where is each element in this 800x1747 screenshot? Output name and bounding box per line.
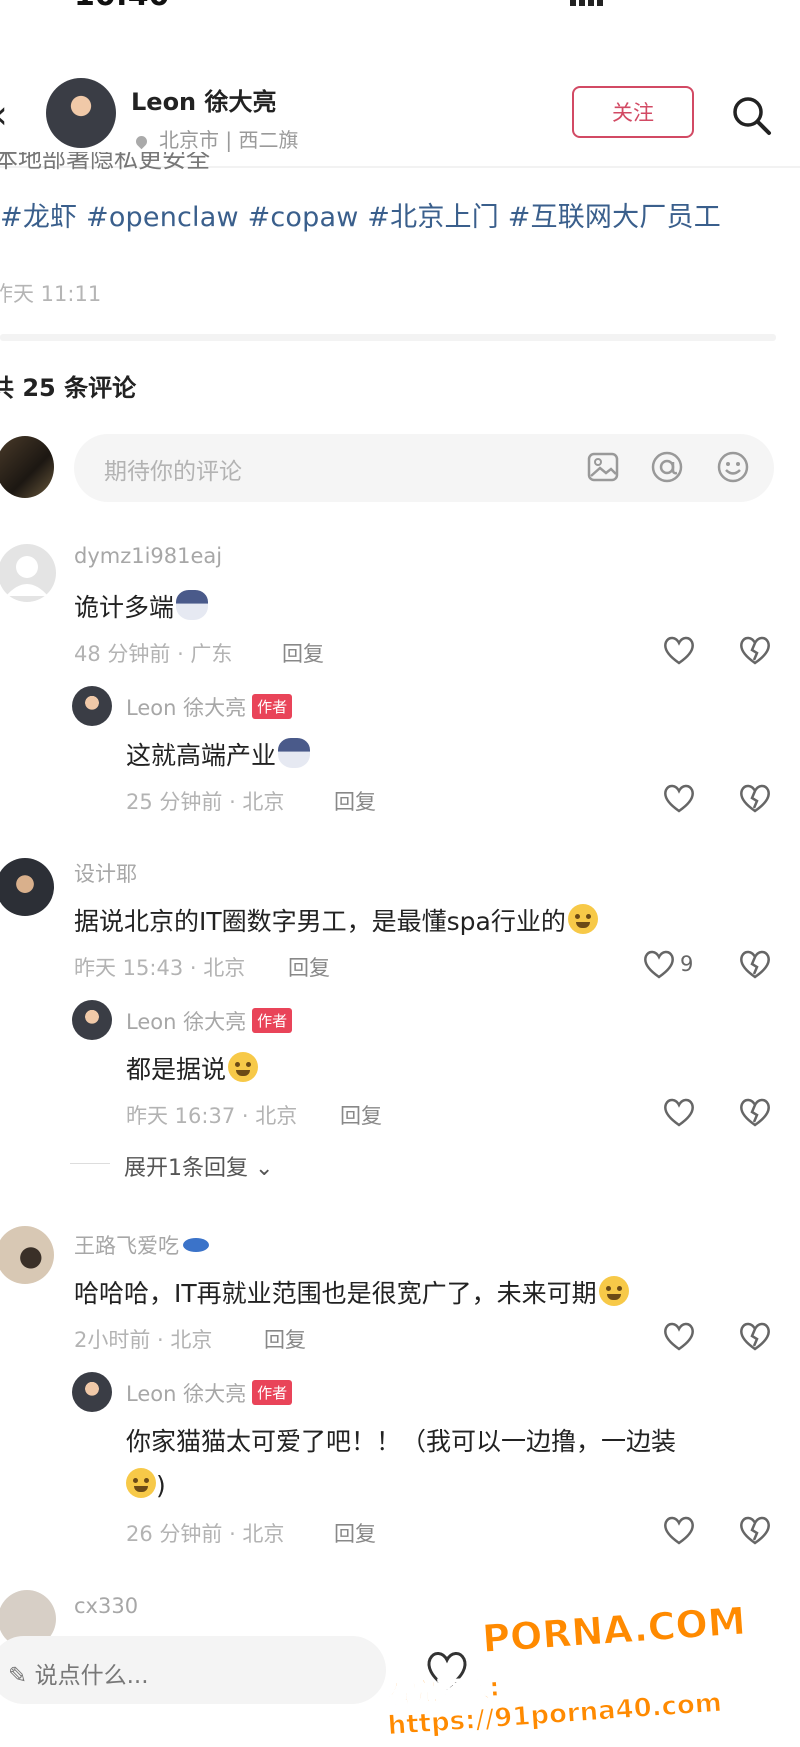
author-badge: 作者 bbox=[252, 694, 293, 719]
reply-avatar[interactable] bbox=[72, 1000, 112, 1040]
dislike-icon[interactable] bbox=[738, 948, 772, 980]
search-icon[interactable] bbox=[730, 94, 772, 136]
comment-username[interactable]: dymz1i981eaj bbox=[74, 544, 222, 568]
reply-username-text: Leon 徐大亮 bbox=[126, 696, 247, 720]
image-icon[interactable] bbox=[586, 450, 620, 484]
dislike-icon[interactable] bbox=[738, 1096, 772, 1128]
default-avatar-icon bbox=[6, 556, 48, 596]
heart-icon[interactable] bbox=[662, 1320, 696, 1352]
author-badge: 作者 bbox=[252, 1008, 293, 1033]
chevron-down-icon: ⌄ bbox=[255, 1156, 274, 1181]
fish-emoji-icon bbox=[183, 1238, 209, 1252]
reply-text-line2-content: ) bbox=[156, 1471, 166, 1500]
my-avatar bbox=[0, 436, 54, 498]
comment-text-content: 哈哈哈，IT再就业范围也是很宽广了，未来可期 bbox=[74, 1279, 597, 1308]
reply-username-text: Leon 徐大亮 bbox=[126, 1010, 247, 1034]
post-text-cut: 本地部署隐私更安全 bbox=[0, 152, 210, 170]
reply-username[interactable]: Leon 徐大亮 作者 bbox=[126, 1378, 293, 1408]
author-location: 北京市 | 西二旗 bbox=[133, 124, 299, 153]
comment-input-placeholder: 期待你的评论 bbox=[104, 459, 242, 485]
reply-meta: 26 分钟前 · 北京 bbox=[126, 1522, 285, 1546]
follow-button[interactable]: 关注 bbox=[572, 86, 694, 138]
expand-replies-button[interactable]: 展开1条回复 ⌄ bbox=[124, 1150, 273, 1182]
back-icon[interactable]: ‹ bbox=[0, 92, 8, 138]
comment-avatar[interactable] bbox=[0, 1226, 54, 1284]
author-location-text: 北京市 | 西二旗 bbox=[159, 128, 299, 152]
dislike-icon[interactable] bbox=[738, 782, 772, 814]
author-badge: 作者 bbox=[252, 1380, 293, 1405]
reply-button[interactable]: 回复 bbox=[334, 1518, 376, 1548]
comment-text: 哈哈哈，IT再就业范围也是很宽广了，未来可期 bbox=[74, 1274, 629, 1310]
reply-avatar[interactable] bbox=[72, 1372, 112, 1412]
pin-icon bbox=[133, 133, 150, 150]
dislike-icon[interactable] bbox=[738, 1514, 772, 1546]
reply-text-content: 都是据说 bbox=[126, 1055, 227, 1084]
comment-meta: 48 分钟前 · 广东 bbox=[74, 642, 233, 666]
eye-roll-emoji-icon bbox=[598, 1276, 629, 1306]
reply-text-content: 这就高端产业 bbox=[126, 741, 277, 770]
heart-icon[interactable] bbox=[662, 1096, 696, 1128]
dislike-icon[interactable] bbox=[738, 1320, 772, 1352]
grin-sweat-emoji-icon bbox=[228, 1052, 259, 1082]
like-count: 9 bbox=[680, 952, 694, 976]
section-divider bbox=[0, 334, 776, 341]
laugh-cry-emoji-icon bbox=[567, 904, 598, 934]
reply-text-line1: 你家猫猫太可爱了吧！！（我可以一边撸，一边装 bbox=[126, 1427, 677, 1456]
heart-icon[interactable] bbox=[662, 1514, 696, 1546]
reply-avatar[interactable] bbox=[72, 686, 112, 726]
reply-button[interactable]: 回复 bbox=[340, 1100, 382, 1130]
dog-emoji-icon bbox=[176, 590, 209, 620]
status-time: 10:40 bbox=[74, 0, 170, 13]
reply-text: 都是据说 bbox=[126, 1050, 259, 1086]
comment-text: 诡计多端 bbox=[74, 588, 209, 624]
comment-avatar[interactable] bbox=[0, 858, 54, 916]
post-tags[interactable]: #龙虾 #openclaw #copaw #北京上门 #互联网大厂员工 bbox=[0, 195, 721, 234]
comment-text-content: 诡计多端 bbox=[74, 593, 175, 622]
heart-icon[interactable] bbox=[662, 782, 696, 814]
comment-username[interactable]: 王路飞爱吃 bbox=[74, 1230, 209, 1260]
heart-icon[interactable] bbox=[642, 948, 676, 980]
author-name[interactable]: Leon 徐大亮 bbox=[131, 82, 277, 117]
expand-replies-label: 展开1条回复 bbox=[124, 1156, 248, 1181]
status-icons bbox=[570, 0, 720, 8]
comment-username[interactable]: 设计耶 bbox=[74, 858, 137, 888]
reply-text-line2: ) bbox=[126, 1468, 166, 1500]
comment-meta: 昨天 15:43 · 北京 bbox=[74, 956, 246, 980]
reply-button[interactable]: 回复 bbox=[288, 952, 330, 982]
reply-text: 这就高端产业 bbox=[126, 736, 311, 772]
comment-text: 据说北京的IT圈数字男工，是最懂spa行业的 bbox=[74, 902, 598, 938]
reply-button[interactable]: 回复 bbox=[334, 786, 376, 816]
grin-emoji-icon bbox=[126, 1468, 156, 1498]
reply-meta: 昨天 16:37 · 北京 bbox=[126, 1104, 298, 1128]
post-time: 昨天 11:11 bbox=[0, 282, 102, 306]
expand-divider bbox=[70, 1163, 110, 1164]
emoji-icon[interactable] bbox=[716, 450, 750, 484]
reply-button[interactable]: 回复 bbox=[264, 1324, 306, 1354]
comment-username[interactable]: cx330 bbox=[74, 1594, 138, 1618]
dislike-icon[interactable] bbox=[738, 634, 772, 666]
bottom-comment-placeholder-text: 说点什么... bbox=[34, 1663, 149, 1689]
author-avatar[interactable] bbox=[46, 78, 116, 148]
reply-username[interactable]: Leon 徐大亮 作者 bbox=[126, 1006, 293, 1036]
comment-count: 共 25 条评论 bbox=[0, 374, 137, 402]
heart-icon[interactable] bbox=[662, 634, 696, 666]
comment-text-content: 据说北京的IT圈数字男工，是最懂spa行业的 bbox=[74, 907, 566, 936]
dog-emoji-icon bbox=[278, 738, 311, 768]
comment-username-text: 王路飞爱吃 bbox=[74, 1234, 179, 1258]
at-icon[interactable] bbox=[650, 450, 684, 484]
pencil-icon: ✎ bbox=[8, 1663, 28, 1689]
bottom-comment-placeholder: ✎ 说点什么... bbox=[8, 1656, 149, 1690]
comment-meta: 2小时前 · 北京 bbox=[74, 1328, 213, 1352]
reply-meta: 25 分钟前 · 北京 bbox=[126, 790, 285, 814]
comment-avatar[interactable] bbox=[0, 544, 56, 602]
reply-username-text: Leon 徐大亮 bbox=[126, 1382, 247, 1406]
reply-username[interactable]: Leon 徐大亮 作者 bbox=[126, 692, 293, 722]
reply-button[interactable]: 回复 bbox=[282, 638, 324, 668]
